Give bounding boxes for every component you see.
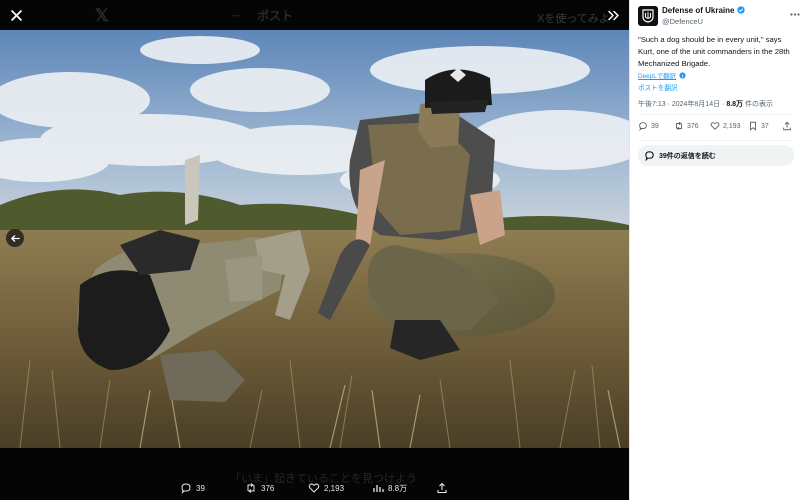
reply-icon <box>639 122 647 131</box>
repost-icon <box>247 483 255 493</box>
panel-repost-count: 376 <box>687 122 699 130</box>
translation-provider: DeepLで翻訳 <box>638 73 677 80</box>
verified-badge-icon <box>737 6 745 14</box>
author-handle[interactable]: @DefenceU <box>662 17 703 26</box>
reply-button[interactable]: 39 <box>180 478 205 498</box>
post-metadata: 午後7:13 · 2024年8月14日 · 8.8万 件の表示 <box>638 99 773 109</box>
panel-reply-count: 39 <box>651 122 659 130</box>
bookmark-icon <box>750 121 756 131</box>
previous-media-button[interactable] <box>6 229 24 247</box>
header-title: ポスト <box>257 9 294 23</box>
media-action-bar: 39 376 2,193 8.8万 <box>0 478 629 500</box>
back-arrow-icon: ← <box>230 6 243 21</box>
post-detail-panel: Defense of Ukraine @DefenceU "Such a dog… <box>629 0 800 500</box>
view-count: 8.8万 <box>388 483 408 493</box>
reply-count: 39 <box>196 483 205 493</box>
read-replies-button[interactable]: 39件の返信を読む <box>638 145 794 166</box>
repost-icon <box>676 121 682 131</box>
like-button[interactable]: 2,193 <box>308 478 344 498</box>
panel-like-count: 2,193 <box>723 122 741 130</box>
author-block[interactable]: Defense of Ukraine @DefenceU <box>638 6 800 28</box>
engagement-bar: 39 376 2,193 37 <box>638 121 794 135</box>
views-icon <box>373 485 384 492</box>
avatar[interactable] <box>638 6 658 26</box>
panel-bookmark-count: 37 <box>761 122 769 130</box>
panel-repost-button[interactable]: 376 <box>674 121 699 131</box>
post-text: "Such a dog should be in every unit," sa… <box>638 35 790 68</box>
post-photo <box>0 30 629 448</box>
translation-attribution[interactable]: DeepLで翻訳 <box>638 71 686 80</box>
close-icon <box>10 9 22 21</box>
info-icon <box>679 72 686 79</box>
panel-like-button[interactable]: 2,193 <box>710 121 741 131</box>
share-button[interactable] <box>436 478 448 498</box>
view-total: 8.8万 <box>726 101 744 108</box>
divider <box>638 114 794 115</box>
translate-post-link[interactable]: ポストを翻訳 <box>638 82 678 92</box>
x-logo: 𝕏 <box>95 6 109 25</box>
repost-button[interactable]: 376 <box>245 478 274 498</box>
share-icon <box>783 121 791 131</box>
panel-share-button[interactable] <box>782 121 792 131</box>
views-button[interactable]: 8.8万 <box>372 478 407 498</box>
panel-bookmark-button[interactable]: 37 <box>748 121 769 131</box>
panel-reply-button[interactable]: 39 <box>638 121 659 131</box>
close-button[interactable] <box>5 4 27 26</box>
arrow-left-icon <box>10 234 20 242</box>
expand-icon <box>608 10 619 20</box>
post-timestamp[interactable]: 午後7:13 · 2024年8月14日 · <box>638 101 726 108</box>
read-replies-label: 39件の返信を読む <box>659 152 716 160</box>
divider <box>638 140 794 141</box>
reply-icon <box>645 151 654 161</box>
view-label: 件の表示 <box>743 101 774 108</box>
background-header: 𝕏 ← ポスト Xを使ってみよ <box>0 0 629 30</box>
author-name-text: Defense of Ukraine <box>662 6 735 15</box>
ukraine-emblem-icon <box>642 9 654 23</box>
more-options-button[interactable] <box>790 8 800 18</box>
media-viewer: 𝕏 ← ポスト Xを使ってみよ 「いま」起きていることを見つけよう 39 376… <box>0 0 629 500</box>
more-icon <box>790 13 800 16</box>
repost-count: 376 <box>261 483 275 493</box>
reply-icon <box>181 483 191 494</box>
try-x-link: Xを使ってみよ <box>537 13 610 25</box>
like-icon <box>710 122 720 130</box>
expand-panel-button[interactable] <box>603 4 625 26</box>
like-count: 2,193 <box>324 483 345 493</box>
author-name[interactable]: Defense of Ukraine <box>662 6 745 15</box>
share-icon <box>437 482 447 494</box>
like-icon <box>308 483 320 493</box>
